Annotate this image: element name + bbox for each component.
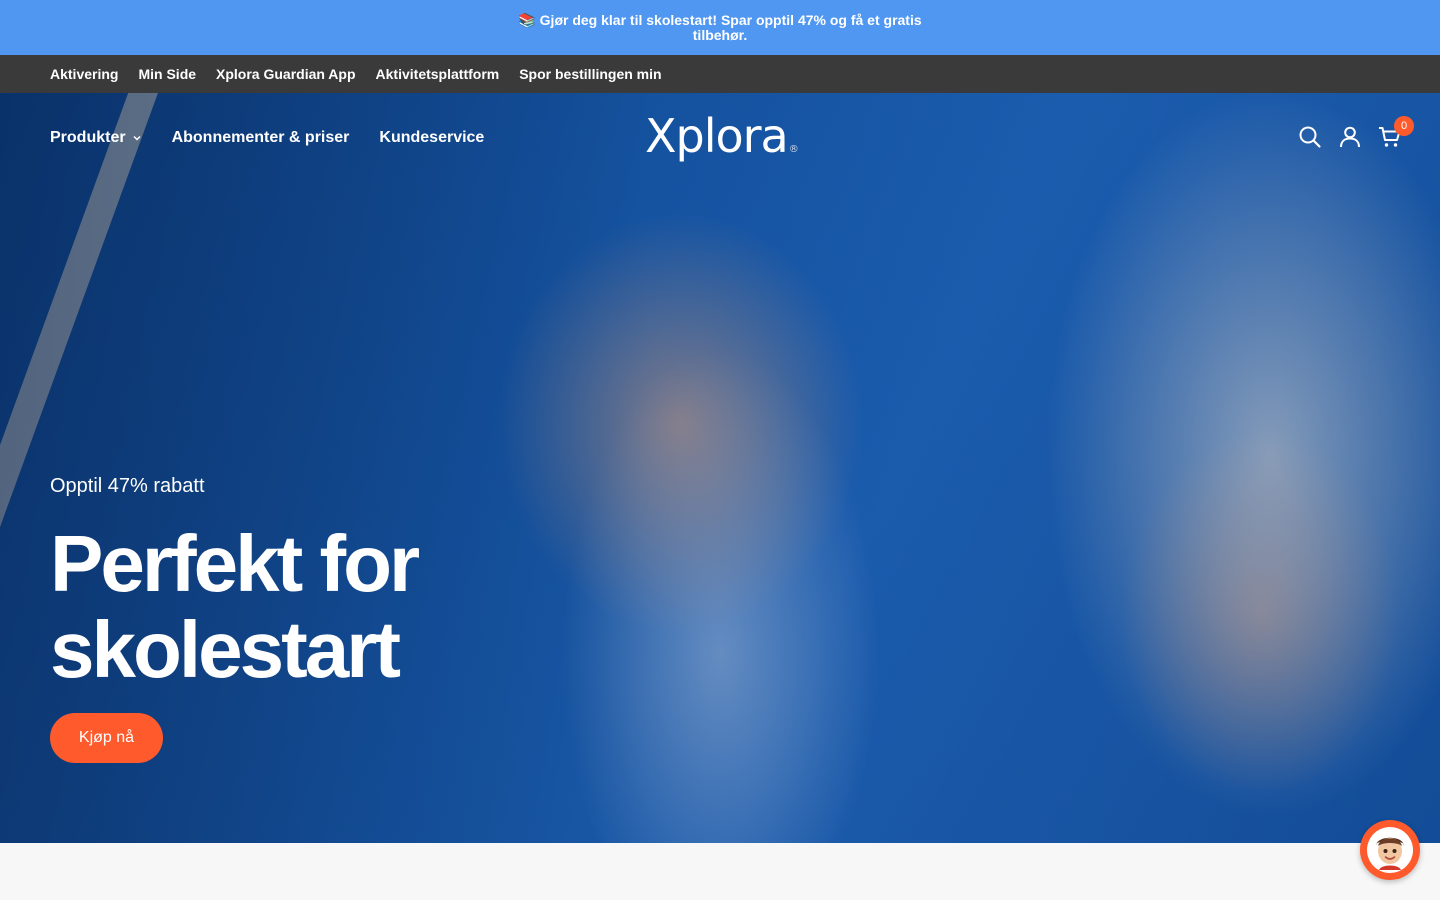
header-icons: 0 (1282, 116, 1414, 149)
hero-eyebrow: Opptil 47% rabatt (50, 475, 205, 497)
chat-widget-button[interactable] (1360, 820, 1420, 880)
announcement-bar: 📚 Gjør deg klar til skolestart! Spar opp… (0, 0, 1440, 55)
search-icon (1299, 126, 1321, 148)
utility-nav-activation[interactable]: Aktivering (50, 66, 118, 82)
hero-image-overlay (0, 93, 1440, 843)
search-button[interactable] (1298, 125, 1322, 149)
buy-now-button[interactable]: Kjøp nå (50, 713, 163, 763)
main-nav-products[interactable]: Produkter (50, 129, 142, 147)
hero-headline: Perfekt for skolestart (50, 519, 420, 694)
announcement-text: 📚 Gjør deg klar til skolestart! Spar opp… (518, 11, 922, 43)
chat-avatar-icon (1367, 827, 1413, 873)
main-nav-customer-service[interactable]: Kundeservice (379, 129, 484, 147)
cart-count-badge: 0 (1394, 116, 1414, 136)
utility-nav-activity-platform[interactable]: Aktivitetsplattform (376, 66, 500, 82)
utility-nav-my-page[interactable]: Min Side (138, 66, 196, 82)
page-content-below-hero (0, 843, 1440, 900)
xplora-logo[interactable]: Xplora ® (645, 109, 799, 165)
utility-nav-guardian-app[interactable]: Xplora Guardian App (216, 66, 356, 82)
main-nav-products-label: Produkter (50, 129, 126, 146)
main-nav-subscriptions[interactable]: Abonnementer & priser (172, 129, 350, 147)
chevron-down-icon (133, 135, 141, 141)
main-nav: Produkter Abonnementer & priser Kundeser… (50, 129, 514, 147)
utility-nav-track-order[interactable]: Spor bestillingen min (519, 66, 661, 82)
hero-banner: Produkter Abonnementer & priser Kundeser… (0, 93, 1440, 843)
logo-text: Xplora (645, 109, 789, 163)
utility-nav: Aktivering Min Side Xplora Guardian App … (0, 55, 1440, 93)
logo-mark: ® (788, 144, 799, 155)
user-icon (1340, 126, 1360, 148)
cart-button[interactable]: 0 (1378, 116, 1414, 149)
account-button[interactable] (1338, 125, 1362, 149)
